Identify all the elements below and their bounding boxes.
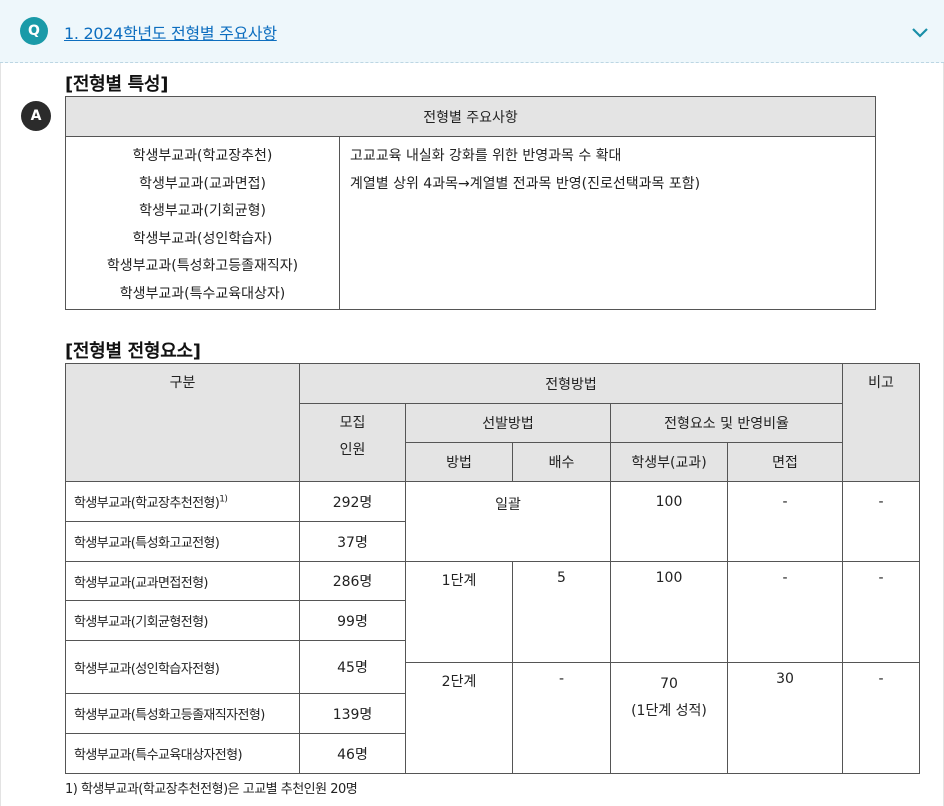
list-item: 학생부교과(특성화고등졸재직자) xyxy=(106,258,299,275)
group2-multiple: 5 xyxy=(512,561,611,663)
elements-table: 구분 전형방법 비고 모집 인원 선발방법 전형요소 및 반영비율 방법 배수 학… xyxy=(65,363,921,774)
group1-note: - xyxy=(842,481,921,562)
question-title[interactable]: 1. 2024학년도 전형별 주요사항 xyxy=(64,20,277,44)
list-item: 학생부교과(특수교육대상자) xyxy=(119,285,286,302)
row-count: 99명 xyxy=(299,600,406,641)
row-name: 학생부교과(특수교육대상자전형) xyxy=(65,733,300,774)
footnote: 1) 학생부교과(학교장추천전형)은 고교별 추천인원 20명 xyxy=(65,782,358,797)
group2-note: - xyxy=(842,561,921,663)
question-header[interactable]: Q 1. 2024학년도 전형별 주요사항 xyxy=(0,0,944,63)
group1-method: 일괄 xyxy=(405,481,611,562)
record-header: 학생부(교과) xyxy=(610,442,728,482)
list-item: 계열별 상위 4과목→계열별 전과목 반영(진로선택과목 포함) xyxy=(350,175,701,192)
row-count: 292명 xyxy=(299,481,406,522)
section1-title: [전형별 특성] xyxy=(65,74,169,95)
group3-multiple: - xyxy=(512,662,611,774)
row-count: 45명 xyxy=(299,640,406,694)
row-name: 학생부교과(기회균형전형) xyxy=(65,600,300,641)
multiple-header: 배수 xyxy=(512,442,611,482)
list-item: 학생부교과(교과면접) xyxy=(139,175,266,192)
group2-method: 1단계 xyxy=(405,561,513,663)
chevron-down-icon[interactable] xyxy=(910,22,930,42)
characteristics-table: 전형별 주요사항 학생부교과(학교장추천) 학생부교과(교과면접) 학생부교과(… xyxy=(65,96,876,310)
selection-header: 선발방법 xyxy=(405,403,611,443)
note-header: 비고 xyxy=(842,363,921,482)
table-row: 학생부교과(교과면접전형) 286명 1단계 5 100 - - xyxy=(65,561,921,663)
group3-method: 2단계 xyxy=(405,662,513,774)
interview-header: 면접 xyxy=(726,442,844,482)
recruit-header: 모집 인원 xyxy=(299,403,406,482)
group3-note: - xyxy=(842,662,921,774)
section2-title: [전형별 전형요소] xyxy=(65,341,201,362)
sel-method-header: 방법 xyxy=(405,442,513,482)
admission-types-cell: 학생부교과(학교장추천) 학생부교과(교과면접) 학생부교과(기회균형) 학생부… xyxy=(65,136,340,310)
category-header: 구분 xyxy=(65,363,300,482)
group3-record: 70 (1단계 성적) xyxy=(610,662,728,774)
group1-record: 100 xyxy=(610,481,728,562)
row-count: 37명 xyxy=(299,521,406,562)
table-header: 전형별 주요사항 xyxy=(65,96,876,137)
group2-interview: - xyxy=(726,561,844,663)
elements-header: 전형요소 및 반영비율 xyxy=(609,403,844,443)
row-name: 학생부교과(성인학습자전형) xyxy=(65,640,300,694)
list-item: 학생부교과(성인학습자) xyxy=(132,230,273,247)
row-name: 학생부교과(학교장추천전형)1) xyxy=(65,481,300,522)
row-name: 학생부교과(특성화고등졸재직자전형) xyxy=(65,693,300,734)
group2-record: 100 xyxy=(610,561,728,663)
group3-interview: 30 xyxy=(726,662,844,774)
list-item: 학생부교과(기회균형) xyxy=(139,203,266,220)
row-count: 139명 xyxy=(299,693,406,734)
key-points-cell: 고교교육 내실화 강화를 위한 반영과목 수 확대 계열별 상위 4과목→계열별… xyxy=(339,136,876,310)
group1-interview: - xyxy=(726,481,844,562)
question-badge: Q xyxy=(20,17,48,45)
table-row: 학생부교과(학교장추천전형)1) 292명 일괄 100 - - xyxy=(65,481,921,562)
row-count: 286명 xyxy=(299,561,406,601)
answer-content: [전형별 특성] A 전형별 주요사항 학생부교과(학교장추천) 학생부교과(교… xyxy=(0,63,944,806)
answer-badge: A xyxy=(21,101,51,131)
list-item: 학생부교과(학교장추천) xyxy=(132,148,273,164)
row-name: 학생부교과(특성화고교전형) xyxy=(65,521,300,562)
method-header: 전형방법 xyxy=(298,363,844,404)
list-item: 고교교육 내실화 강화를 위한 반영과목 수 확대 xyxy=(350,148,622,164)
row-name: 학생부교과(교과면접전형) xyxy=(65,561,300,601)
row-count: 46명 xyxy=(299,733,406,774)
